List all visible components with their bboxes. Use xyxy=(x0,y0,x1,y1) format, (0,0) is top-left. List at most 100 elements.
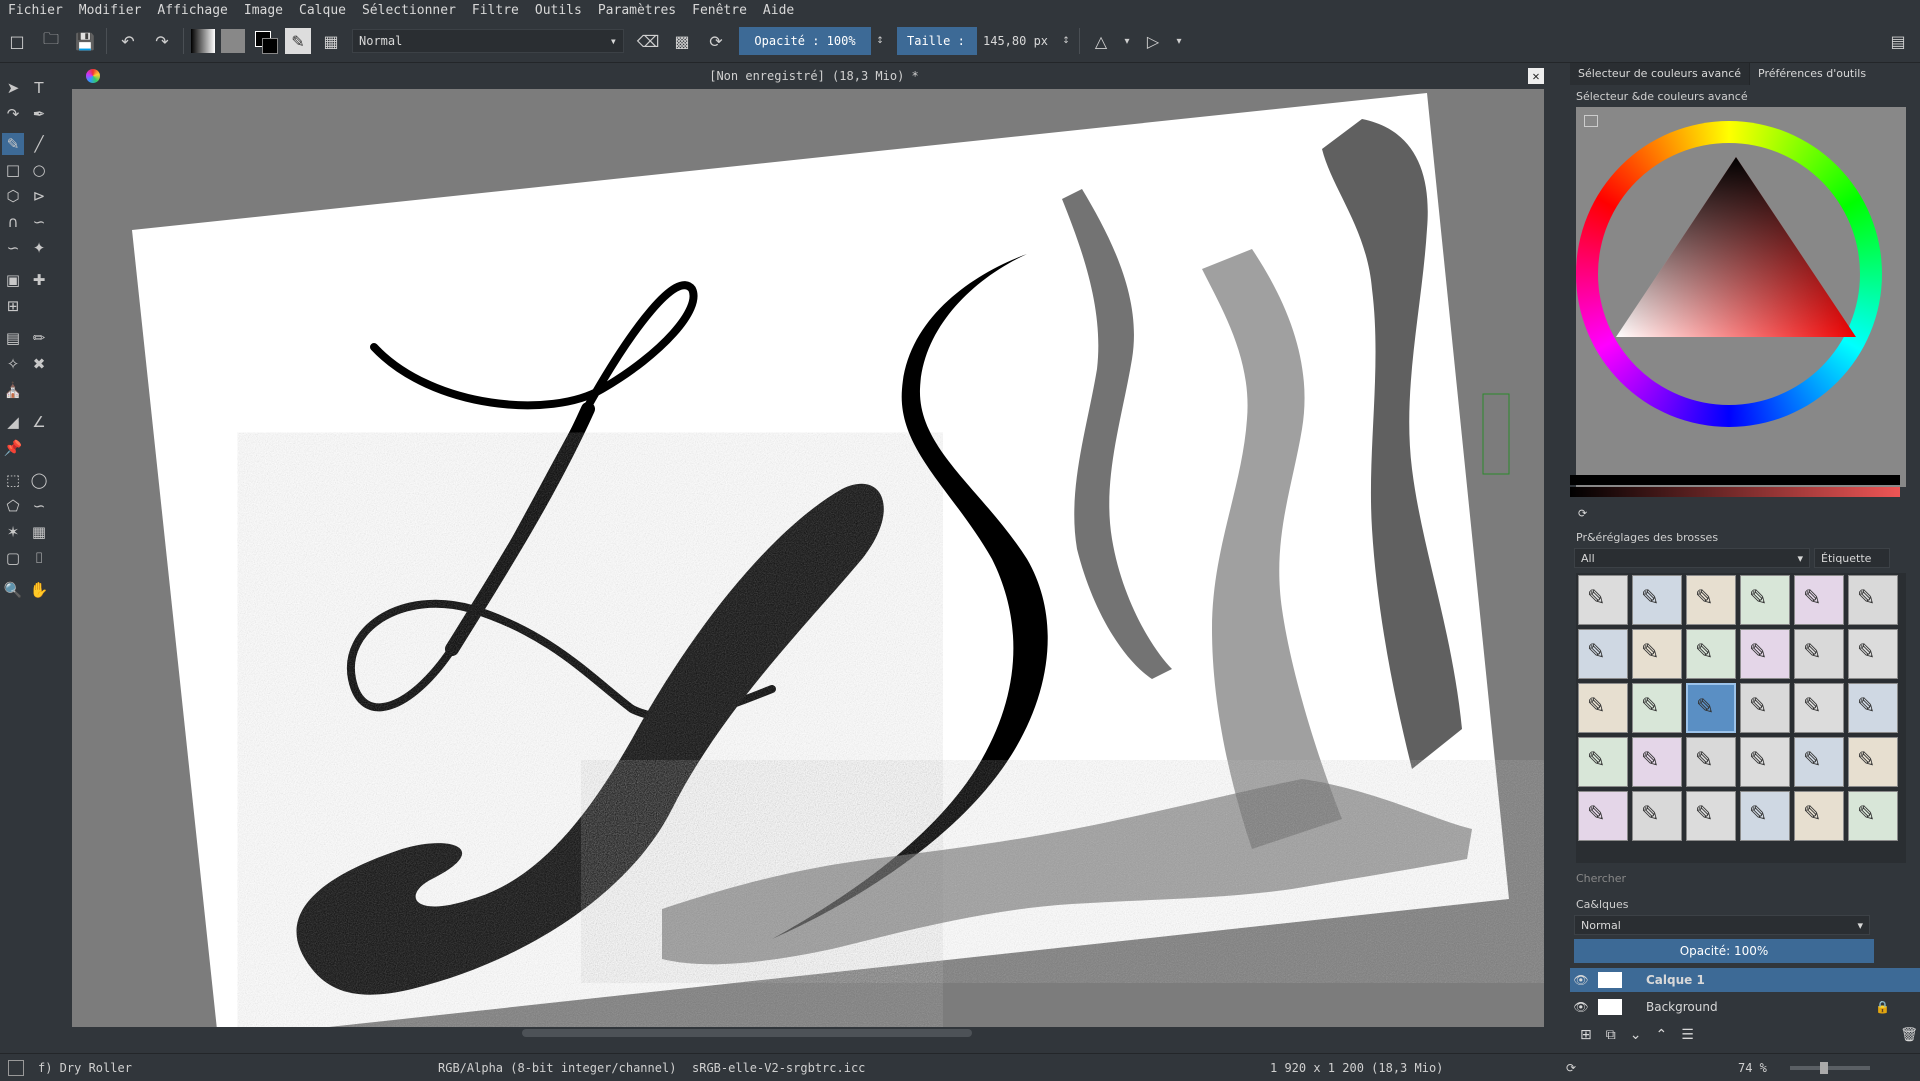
size-slider[interactable]: Taille : xyxy=(897,27,977,55)
reload-preset-icon[interactable]: ⟳ xyxy=(702,27,730,55)
freehand-path-icon[interactable]: ∽ xyxy=(28,211,50,233)
add-layer-icon[interactable]: ⊞ xyxy=(1580,1027,1592,1043)
brush-preset-item[interactable]: ✎ xyxy=(1848,683,1898,733)
menu-icon[interactable] xyxy=(1584,115,1598,127)
menu-item-4[interactable]: Calque xyxy=(291,3,354,18)
color-triangle[interactable] xyxy=(1616,147,1856,347)
pattern-selector-icon[interactable] xyxy=(221,29,245,53)
freehand-select-icon[interactable]: ∽ xyxy=(28,495,50,517)
polyline-tool-icon[interactable]: ⊳ xyxy=(28,185,50,207)
color-strip-top[interactable] xyxy=(1570,475,1900,485)
brush-preset-item[interactable]: ✎ xyxy=(1848,629,1898,679)
polygon-select-icon[interactable]: ⬠ xyxy=(2,495,24,517)
brush-preset-item[interactable]: ✎ xyxy=(1686,575,1736,625)
chevron-down-icon[interactable]: ▾ xyxy=(1173,27,1185,55)
calligraphy-icon[interactable]: ✒ xyxy=(28,103,50,125)
brush-preset-item[interactable]: ✎ xyxy=(1794,737,1844,787)
color-selector-area[interactable] xyxy=(1570,107,1906,497)
brush-preset-item[interactable]: ✎ xyxy=(1740,629,1790,679)
mirror-vertical-icon[interactable]: ▷ xyxy=(1139,27,1167,55)
horizontal-scrollbar[interactable] xyxy=(72,1027,1556,1039)
save-icon[interactable]: 💾 xyxy=(71,27,99,55)
menu-item-8[interactable]: Paramètres xyxy=(590,3,684,18)
document-tab[interactable]: [Non enregistré] (18,3 Mio) * ✕ xyxy=(72,63,1556,89)
brush-preset-item[interactable]: ✎ xyxy=(1848,791,1898,841)
brush-preset-item[interactable]: ✎ xyxy=(1740,683,1790,733)
brush-preset-item[interactable]: ✎ xyxy=(1848,575,1898,625)
refresh-icon[interactable]: ⟳ xyxy=(1578,507,1587,520)
delete-layer-icon[interactable]: 🗑 xyxy=(1900,1027,1918,1043)
menu-item-10[interactable]: Aide xyxy=(755,3,802,18)
brush-preset-item[interactable]: ✎ xyxy=(1686,737,1736,787)
brush-preset-item[interactable]: ✎ xyxy=(1632,683,1682,733)
rectangle-tool-icon[interactable]: □ xyxy=(2,159,24,181)
color-picker-icon[interactable]: ✏ xyxy=(28,327,50,349)
assistant-tool-icon[interactable]: ◢ xyxy=(2,411,24,433)
crop-tool-icon[interactable]: ⊞ xyxy=(2,295,24,317)
similar-select-icon[interactable]: ▦ xyxy=(28,521,50,543)
contiguous-select-icon[interactable]: ✶ xyxy=(2,521,24,543)
zoom-slider-handle[interactable] xyxy=(1820,1062,1828,1074)
eye-icon[interactable]: 👁 xyxy=(1570,973,1592,987)
brush-preset-item[interactable]: ✎ xyxy=(1632,575,1682,625)
text-tool-icon[interactable]: T xyxy=(28,77,50,99)
brush-preset-item[interactable]: ✎ xyxy=(1632,737,1682,787)
brush-preset-item[interactable]: ✎ xyxy=(1578,629,1628,679)
brush-preset-item[interactable]: ✎ xyxy=(1686,629,1736,679)
gradient-selector-icon[interactable] xyxy=(191,29,215,53)
brush-preset-item[interactable]: ✎ xyxy=(1632,791,1682,841)
brush-preset-item[interactable]: ✎ xyxy=(1794,791,1844,841)
canvas-drawing[interactable] xyxy=(72,89,1556,1039)
dynamic-brush-icon[interactable]: ∽ xyxy=(2,237,24,259)
menu-item-3[interactable]: Image xyxy=(236,3,291,18)
move-down-icon[interactable]: ⌄ xyxy=(1630,1027,1642,1043)
brush-preset-item[interactable]: ✎ xyxy=(1578,575,1628,625)
brush-search-field[interactable]: Chercher xyxy=(1570,869,1916,887)
mirror-horizontal-icon[interactable]: △ xyxy=(1087,27,1115,55)
menu-item-6[interactable]: Filtre xyxy=(464,3,527,18)
brush-settings-icon[interactable]: ▦ xyxy=(317,27,345,55)
select-shapes-icon[interactable]: ➤ xyxy=(2,77,24,99)
transform-tool-icon[interactable]: ▣ xyxy=(2,269,24,291)
brush-preset-item[interactable]: ✎ xyxy=(1740,575,1790,625)
magnetic-select-icon[interactable]: ⌷ xyxy=(28,547,50,569)
close-icon[interactable]: ✕ xyxy=(1528,68,1544,84)
brush-preset-item[interactable]: ✎ xyxy=(1740,791,1790,841)
brush-preset-item[interactable]: ✎ xyxy=(1632,629,1682,679)
menu-item-1[interactable]: Modifier xyxy=(71,3,150,18)
brush-preset-item[interactable]: ✎ xyxy=(1794,575,1844,625)
chevron-down-icon[interactable]: ▾ xyxy=(1121,27,1133,55)
preserve-alpha-icon[interactable]: ▩ xyxy=(668,27,696,55)
freehand-brush-icon[interactable]: ✎ xyxy=(2,133,24,155)
ellipse-select-icon[interactable]: ◯ xyxy=(28,469,50,491)
reference-tool-icon[interactable]: 📌 xyxy=(2,437,24,459)
lock-icon[interactable]: 🔒 xyxy=(1875,1000,1890,1014)
line-tool-icon[interactable]: ╱ xyxy=(28,133,50,155)
rect-select-icon[interactable]: ⬚ xyxy=(2,469,24,491)
menu-item-7[interactable]: Outils xyxy=(527,3,590,18)
size-stepper-icon[interactable]: ↕ xyxy=(1060,27,1072,55)
measure-tool-icon[interactable]: ∠ xyxy=(28,411,50,433)
polygon-tool-icon[interactable]: ⬡ xyxy=(2,185,24,207)
zoom-slider[interactable] xyxy=(1790,1062,1870,1074)
layer-row[interactable]: 👁 Background 🔒 xyxy=(1570,995,1920,1019)
pan-tool-icon[interactable]: ✋ xyxy=(28,579,50,601)
brush-preset-icon[interactable] xyxy=(8,1059,24,1076)
undo-icon[interactable]: ↶ xyxy=(114,27,142,55)
colorize-mask-icon[interactable]: ✧ xyxy=(2,353,24,375)
brush-preset-item[interactable]: ✎ xyxy=(1686,791,1736,841)
move-tool-icon[interactable]: ✚ xyxy=(28,269,50,291)
gradient-tool-icon[interactable]: ▤ xyxy=(2,327,24,349)
multibrush-icon[interactable]: ✦ xyxy=(28,237,50,259)
brush-preset-item[interactable]: ✎ xyxy=(1794,629,1844,679)
vertical-scrollbar[interactable] xyxy=(1544,89,1556,1039)
layer-properties-icon[interactable]: ☰ xyxy=(1681,1027,1694,1043)
zoom-tool-icon[interactable]: 🔍 xyxy=(2,579,24,601)
open-folder-icon[interactable]: 🗀 xyxy=(37,27,65,55)
move-up-icon[interactable]: ⌃ xyxy=(1655,1027,1667,1043)
canvas-viewport[interactable] xyxy=(72,89,1556,1039)
tag-select[interactable]: Étiquette xyxy=(1814,548,1890,568)
brush-preset-item[interactable]: ✎ xyxy=(1578,791,1628,841)
layer-blend-select[interactable]: Normal ▾ xyxy=(1574,915,1870,935)
smart-patch-icon[interactable]: ✖ xyxy=(28,353,50,375)
